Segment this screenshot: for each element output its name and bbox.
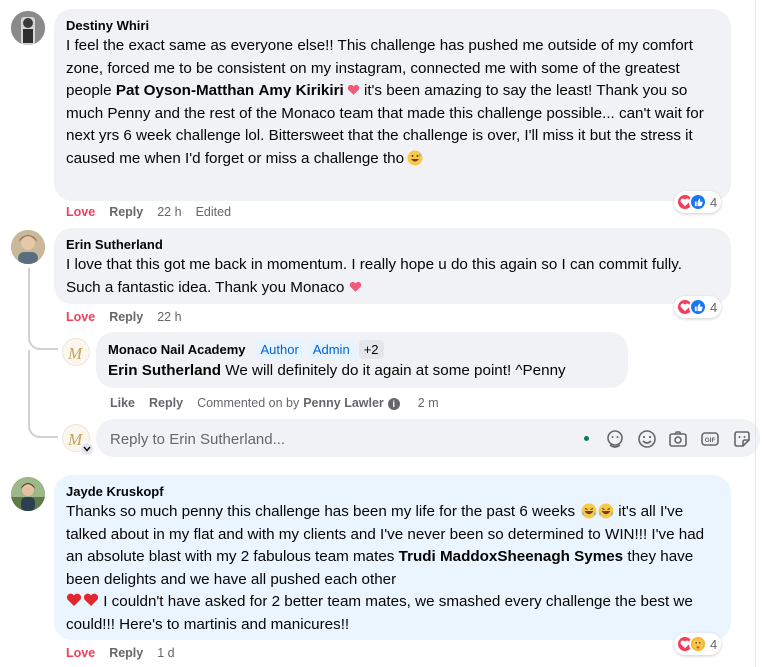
svg-text:M: M <box>67 344 83 363</box>
reply-button[interactable]: Reply <box>149 396 183 410</box>
love-button[interactable]: Love <box>66 310 95 324</box>
scrollbar-track[interactable] <box>755 0 756 667</box>
avatar[interactable]: M <box>62 338 90 366</box>
love-button[interactable]: Love <box>66 646 95 660</box>
care-reaction-icon <box>689 635 707 653</box>
heart-emoji-icon <box>350 281 362 292</box>
timestamp[interactable]: 22 h <box>157 205 181 219</box>
camera-icon[interactable] <box>668 429 688 449</box>
reply-text: Erin Sutherland We will definitely do it… <box>108 362 566 379</box>
like-reaction-icon <box>689 298 707 316</box>
reply-bubble: Monaco Nail Academy Author Admin +2 Erin… <box>96 332 628 388</box>
gif-icon[interactable]: GIF <box>700 429 720 449</box>
reaction-count: 4 <box>710 636 718 652</box>
comment-actions: Love Reply 1 d <box>66 646 189 660</box>
timestamp[interactable]: 1 d <box>157 646 174 660</box>
avatar[interactable] <box>11 230 45 264</box>
like-reaction-icon <box>689 193 707 211</box>
comment-text: I love that this got me back in momentum… <box>66 256 682 296</box>
admin-badge[interactable]: Admin <box>307 340 355 359</box>
profile-switch-chevron-icon[interactable] <box>80 442 94 456</box>
mention-link[interactable]: Trudi MaddoxSheenagh Symes <box>399 548 624 565</box>
comment-author[interactable]: Erin Sutherland <box>66 236 719 253</box>
red-heart-emoji-icon <box>66 593 82 606</box>
reaction-summary[interactable]: 4 <box>674 191 722 213</box>
thread-connector <box>28 350 58 438</box>
comment-author[interactable]: Destiny Whiri <box>66 17 719 34</box>
comment-text: I feel the exact same as everyone else!!… <box>66 37 704 167</box>
comment-bubble: Jayde Kruskopf Thanks so much penny this… <box>54 475 731 640</box>
commented-on-label: Commented on by <box>197 396 300 410</box>
avatar-sticker-icon[interactable] <box>605 429 625 449</box>
mention-link[interactable]: Erin Sutherland <box>108 362 221 379</box>
avatar[interactable] <box>11 477 45 511</box>
info-icon[interactable]: i <box>387 398 400 410</box>
reply-box: GIF <box>96 419 760 459</box>
timestamp[interactable]: 2 m <box>418 396 439 410</box>
reaction-summary[interactable]: 4 <box>674 633 722 655</box>
reply-button[interactable]: Reply <box>109 646 143 660</box>
avatar[interactable] <box>11 11 45 45</box>
commenter-name[interactable]: Penny Lawler <box>303 396 384 410</box>
status-dot <box>584 436 589 441</box>
reply-button[interactable]: Reply <box>109 205 143 219</box>
comment-bubble: Erin Sutherland I love that this got me … <box>54 228 731 304</box>
reply-author[interactable]: Monaco Nail Academy <box>108 341 246 358</box>
mention-link[interactable]: Pat Oyson-Matthan <box>116 82 254 99</box>
timestamp[interactable]: 22 h <box>157 310 181 324</box>
like-button[interactable]: Like <box>110 396 135 410</box>
reply-input[interactable] <box>108 419 562 459</box>
laughing-emoji-icon <box>598 503 614 519</box>
comment-text: Thanks so much penny this challenge has … <box>66 503 705 633</box>
reaction-summary[interactable]: 4 <box>674 296 722 318</box>
laughing-emoji-icon <box>581 503 597 519</box>
reply-actions: Like Reply Commented on by Penny Lawler i 2 m <box>110 396 453 410</box>
emoji-icon[interactable] <box>637 429 657 449</box>
svg-text:GIF: GIF <box>705 437 716 444</box>
grinning-sweat-emoji-icon <box>407 150 423 165</box>
more-badges[interactable]: +2 <box>358 340 384 359</box>
comment-actions: Love Reply 22 h Edited <box>66 205 245 219</box>
author-badge[interactable]: Author <box>255 340 304 359</box>
comment-author[interactable]: Jayde Kruskopf <box>66 483 719 500</box>
reply-button[interactable]: Reply <box>109 310 143 324</box>
love-button[interactable]: Love <box>66 205 95 219</box>
red-heart-emoji-icon <box>83 593 99 606</box>
comment-bubble: Destiny Whiri I feel the exact same as e… <box>54 9 731 201</box>
reaction-count: 4 <box>710 299 718 315</box>
mention-link[interactable]: Amy Kirikiri <box>258 82 343 99</box>
edited-label: Edited <box>195 205 232 219</box>
reaction-count: 4 <box>710 194 718 210</box>
comment-actions: Love Reply 22 h <box>66 310 196 324</box>
heart-emoji-icon <box>347 84 359 95</box>
sticker-icon[interactable] <box>732 429 752 449</box>
